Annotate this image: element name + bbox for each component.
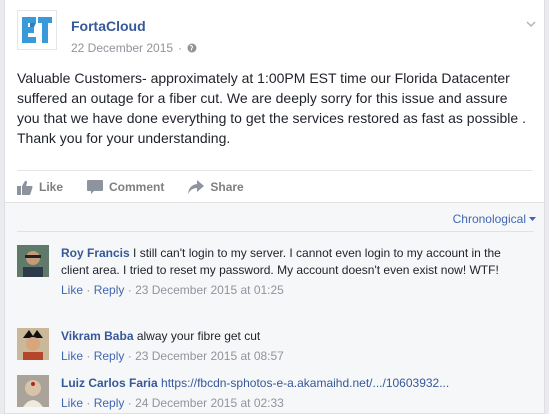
commenter-avatar[interactable] xyxy=(17,328,49,360)
share-button[interactable]: Share xyxy=(188,180,244,194)
comment-sort-dropdown[interactable]: Chronological xyxy=(453,212,536,226)
post-header: FortaCloud 22 December 2015 · xyxy=(17,10,537,60)
comment-body: Luiz Carlos Faria https://fbcdn-sphotos-… xyxy=(61,375,531,412)
footer-dot: · xyxy=(127,283,136,297)
footer-dot: · xyxy=(86,349,94,363)
thumbs-up-icon xyxy=(17,180,33,195)
comment-footer: Like · Reply · 23 December 2015 at 08:57 xyxy=(61,348,531,365)
avatar-photo-icon xyxy=(17,328,49,360)
comment-like-link[interactable]: Like xyxy=(61,349,83,363)
comment-label: Comment xyxy=(109,180,165,194)
page-name[interactable]: FortaCloud xyxy=(71,18,146,34)
caret-down-icon xyxy=(529,216,536,221)
comment-reply-link[interactable]: Reply xyxy=(94,349,125,363)
footer-dot: · xyxy=(86,283,94,297)
comment-reply-link[interactable]: Reply xyxy=(94,396,125,410)
comment-author[interactable]: Vikram Baba xyxy=(61,329,134,343)
meta-separator: · xyxy=(178,41,183,55)
footer-dot: · xyxy=(86,396,94,410)
share-label: Share xyxy=(210,180,244,194)
footer-dot: · xyxy=(127,396,136,410)
sort-label: Chronological xyxy=(452,212,526,226)
comment-like-link[interactable]: Like xyxy=(61,396,83,410)
comment-url-link[interactable]: https://fbcdn-sphotos-e-a.akamaihd.net/.… xyxy=(161,376,449,390)
comments-section: Chronological Roy Francis I still can't … xyxy=(5,202,544,413)
comment-author[interactable]: Luiz Carlos Faria xyxy=(61,376,158,390)
comment-timestamp[interactable]: 24 December 2015 at 02:33 xyxy=(135,396,284,410)
comment-body: Roy Francis I still can't login to my se… xyxy=(61,245,531,299)
fortacloud-logo-icon xyxy=(22,17,52,43)
footer-dot: · xyxy=(127,349,136,363)
globe-icon xyxy=(187,43,197,53)
share-arrow-icon xyxy=(188,180,205,194)
chevron-down-icon[interactable] xyxy=(525,18,537,30)
comment-button[interactable]: Comment xyxy=(87,180,164,194)
comment-timestamp[interactable]: 23 December 2015 at 08:57 xyxy=(135,349,284,363)
action-bar: Like Comment Share xyxy=(17,170,532,203)
post-date[interactable]: 22 December 2015 xyxy=(71,41,173,55)
comment-icon xyxy=(87,180,104,194)
avatar-photo-icon xyxy=(17,245,49,277)
commenter-avatar[interactable] xyxy=(17,375,49,407)
comment-like-link[interactable]: Like xyxy=(61,283,83,297)
commenter-avatar[interactable] xyxy=(17,245,49,277)
avatar-photo-icon xyxy=(17,375,49,407)
comment-reply-link[interactable]: Reply xyxy=(94,283,125,297)
like-button[interactable]: Like xyxy=(17,180,63,195)
comment-body: Vikram Baba alway your fibre get cut Lik… xyxy=(61,328,531,365)
comment-timestamp[interactable]: 23 December 2015 at 01:25 xyxy=(135,283,284,297)
post-body: Valuable Customers- approximately at 1:0… xyxy=(17,70,526,146)
page-avatar[interactable] xyxy=(17,10,57,50)
comment-footer: Like · Reply · 23 December 2015 at 01:25 xyxy=(61,282,531,299)
comment-text: alway your fibre get cut xyxy=(136,329,261,343)
comment-author[interactable]: Roy Francis xyxy=(61,246,130,260)
post-card: FortaCloud 22 December 2015 · Valuable C… xyxy=(4,0,545,414)
post-meta: 22 December 2015 · xyxy=(71,41,197,55)
divider xyxy=(17,231,534,232)
like-label: Like xyxy=(39,180,64,194)
comment-footer: Like · Reply · 24 December 2015 at 02:33 xyxy=(61,395,531,412)
